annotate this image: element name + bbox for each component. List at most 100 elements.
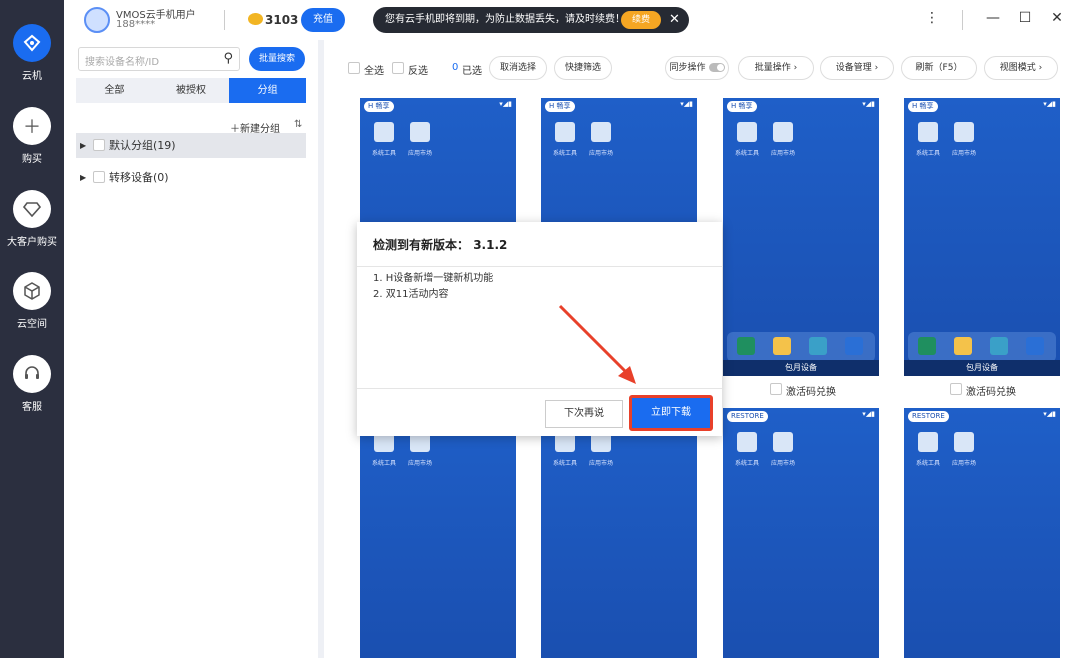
system-tools-icon <box>374 122 394 142</box>
app-market-icon <box>954 122 974 142</box>
close-icon[interactable]: ✕ <box>669 7 680 33</box>
select-all-label[interactable]: 全选 <box>364 62 384 77</box>
dialog-version: 3.1.2 <box>473 238 508 252</box>
app-market-icon <box>410 122 430 142</box>
app-label: 应用市场 <box>589 150 614 157</box>
device-checkbox[interactable] <box>950 383 962 395</box>
sync-operation-toggle[interactable]: 同步操作 <box>665 56 729 80</box>
device-footer: 包月设备 <box>723 360 879 376</box>
rail-label: 云空间 <box>17 319 47 330</box>
toolbar: 全选 反选 0 已选 取消选择 快捷筛选 同步操作 批量操作 › 设备管理 › … <box>324 54 1080 82</box>
signal-icon: ▾◢▮ <box>499 100 512 108</box>
device-badge: RESTORE <box>908 411 949 422</box>
system-tools-icon <box>737 122 757 142</box>
settings-icon <box>918 337 936 355</box>
signal-icon: ▾◢▮ <box>1043 100 1056 108</box>
view-mode-button[interactable]: 视图模式 › <box>984 56 1058 80</box>
rail-label: 大客户购买 <box>7 237 57 248</box>
quick-filter-button[interactable]: 快捷筛选 <box>554 56 612 80</box>
rail-label: 购买 <box>22 154 42 165</box>
rail-item-cloud-space[interactable]: 云空间 <box>0 272 64 330</box>
activation-code-label[interactable]: 激活码兑换 <box>966 383 1016 398</box>
refresh-button[interactable]: 刷新（F5） <box>901 56 977 80</box>
tab-groups[interactable]: 分组 <box>229 78 307 103</box>
app-label: 应用市场 <box>589 460 614 467</box>
device-card[interactable]: 系统工具 应用市场 <box>541 408 697 658</box>
view-mode-label: 视图模式 <box>999 63 1036 73</box>
group-label: 默认分组(19) <box>109 139 176 152</box>
app-label: 应用市场 <box>771 460 796 467</box>
rail-label: 云机 <box>22 71 42 82</box>
system-tools-icon <box>918 122 938 142</box>
cloud-phone-icon <box>13 24 51 62</box>
rail-item-support[interactable]: 客服 <box>0 355 64 413</box>
changelog-line: 2. 双11活动内容 <box>373 289 449 300</box>
toggle-switch[interactable] <box>708 63 725 72</box>
group-row-default[interactable]: ▶ 默认分组(19) <box>76 133 306 158</box>
batch-search-button[interactable]: 批量搜索 <box>249 47 305 71</box>
renew-button[interactable]: 续费 <box>621 11 661 29</box>
rail-item-buy[interactable]: ＋ 购买 <box>0 107 64 165</box>
dialog-title-text: 检测到有新版本： <box>373 238 470 252</box>
group-checkbox[interactable] <box>93 171 105 183</box>
activation-code-label[interactable]: 激活码兑换 <box>786 383 836 398</box>
top-bar: VMOS云手机用户 188**** 3103 充值 您有云手机即将到期，为防止数… <box>64 0 1080 40</box>
app-label: 系统工具 <box>372 460 397 467</box>
maximize-icon[interactable]: ☐ <box>1017 10 1033 26</box>
app-label: 系统工具 <box>372 150 397 157</box>
device-card[interactable]: RESTORE ▾◢▮ 系统工具 应用市场 <box>723 408 879 658</box>
app-label: 系统工具 <box>916 460 941 467</box>
group-label: 转移设备(0) <box>109 171 169 184</box>
app-label: 应用市场 <box>771 150 796 157</box>
more-menu-icon[interactable]: ⋮ <box>924 10 940 26</box>
batch-operation-button[interactable]: 批量操作 › <box>738 56 814 80</box>
signal-icon: ▾◢▮ <box>1043 410 1056 418</box>
tab-all[interactable]: 全部 <box>76 78 153 103</box>
device-badge: H 畅享 <box>908 101 938 112</box>
device-badge: H 畅享 <box>545 101 575 112</box>
recharge-button[interactable]: 充值 <box>301 8 345 32</box>
divider <box>357 266 722 267</box>
tab-authorized[interactable]: 被授权 <box>153 78 230 103</box>
device-badge: RESTORE <box>727 411 768 422</box>
cube-icon <box>13 272 51 310</box>
device-card[interactable]: RESTORE ▾◢▮ 系统工具 应用市场 <box>904 408 1060 658</box>
expand-arrow-icon[interactable]: ▶ <box>80 165 86 190</box>
download-now-button[interactable]: 立即下载 <box>629 395 713 431</box>
app-market-icon <box>773 432 793 452</box>
later-button[interactable]: 下次再说 <box>545 400 623 428</box>
sort-icon[interactable]: ⇅ <box>294 119 302 130</box>
signal-icon: ▾◢▮ <box>862 100 875 108</box>
app-label: 应用市场 <box>408 460 433 467</box>
gallery-icon <box>990 337 1008 355</box>
coin-balance: 3103 <box>265 13 299 27</box>
group-row-transfer[interactable]: ▶ 转移设备(0) <box>76 165 306 190</box>
dock <box>908 332 1056 362</box>
signal-icon: ▾◢▮ <box>862 410 875 418</box>
invert-label[interactable]: 反选 <box>408 62 428 77</box>
rail-item-enterprise-buy[interactable]: 大客户购买 <box>0 190 64 248</box>
app-label: 系统工具 <box>916 150 941 157</box>
headset-icon <box>13 355 51 393</box>
search-input[interactable]: 搜索设备名称/ID ⚲ <box>78 47 240 71</box>
invert-checkbox[interactable] <box>392 62 404 74</box>
close-window-icon[interactable]: ✕ <box>1049 10 1065 26</box>
app-label: 系统工具 <box>735 460 760 467</box>
divider <box>224 10 225 30</box>
signal-icon: ▾◢▮ <box>680 100 693 108</box>
device-manage-button[interactable]: 设备管理 › <box>820 56 894 80</box>
search-icon[interactable]: ⚲ <box>223 51 233 66</box>
cancel-select-button[interactable]: 取消选择 <box>489 56 547 80</box>
group-checkbox[interactable] <box>93 139 105 151</box>
minimize-icon[interactable]: — <box>985 10 1001 26</box>
device-card[interactable]: H 畅享 ▾◢▮ 系统工具 应用市场 包月设备 <box>904 98 1060 376</box>
rail-item-cloud-phone[interactable]: 云机 <box>0 24 64 82</box>
system-tools-icon <box>555 122 575 142</box>
expand-arrow-icon[interactable]: ▶ <box>80 133 86 158</box>
select-all-checkbox[interactable] <box>348 62 360 74</box>
divider <box>962 10 963 30</box>
device-card[interactable]: 系统工具 应用市场 <box>360 408 516 658</box>
avatar[interactable] <box>84 7 110 33</box>
device-card[interactable]: H 畅享 ▾◢▮ 系统工具 应用市场 包月设备 <box>723 98 879 376</box>
device-checkbox[interactable] <box>770 383 782 395</box>
